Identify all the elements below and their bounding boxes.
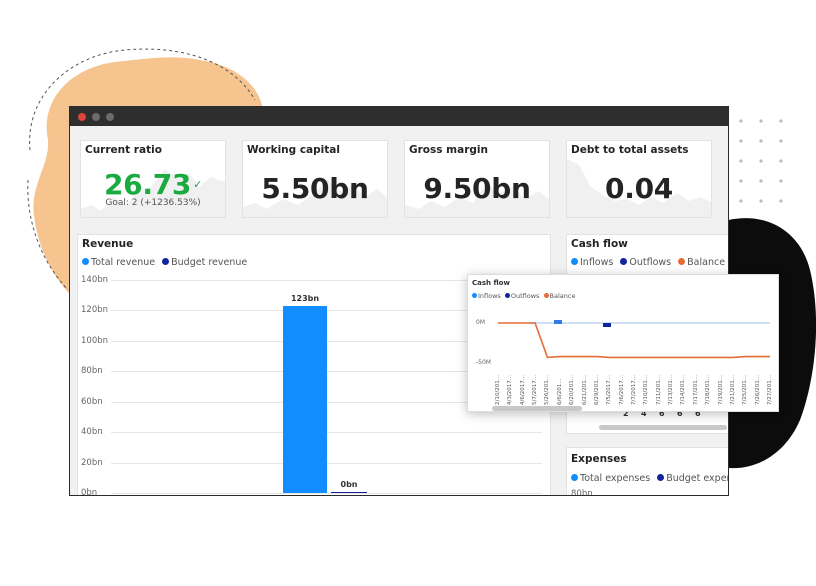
kpi-title: Current ratio (85, 144, 162, 156)
y-tick-label: 20bn (81, 457, 103, 468)
popup-date-label: 6/6/201... (556, 378, 563, 405)
kpi-value: 9.50bn (423, 172, 531, 205)
cashflow-scrollbar[interactable] (599, 425, 727, 430)
popup-date-label: 7/27/201... (767, 375, 773, 405)
y-tick-label: 100bn (81, 335, 109, 346)
close-window-button[interactable] (78, 113, 86, 121)
cashflow-popup[interactable]: Cash flow Inflows Outflows Balance 0M -50… (467, 274, 779, 412)
popup-date-label: 7/26/201... (754, 375, 761, 405)
y-tick-label: 120bn (81, 305, 109, 316)
expenses-title: Expenses (571, 453, 627, 465)
legend-item-budget-expenses[interactable]: Budget expenses (657, 473, 728, 484)
popup-date-label: 7/21/201... (729, 375, 736, 405)
kpi-card-debt-to-total-assets[interactable]: Debt to total assets 0.04 (566, 140, 712, 218)
popup-date-label: 7/10/201... (643, 375, 650, 405)
kpi-title: Working capital (247, 144, 340, 156)
popup-date-label: 7/5/2017... (606, 375, 613, 405)
cashflow-title: Cash flow (571, 238, 628, 250)
inflow-bar (554, 320, 562, 324)
expenses-y-tick: 80bn (571, 489, 593, 496)
bar-data-label: 0bn (340, 480, 358, 489)
popup-date-label: 5/26/201... (544, 375, 551, 405)
kpi-title: Gross margin (409, 144, 488, 156)
y-tick-label: 60bn (81, 396, 103, 407)
legend-item-total-revenue[interactable]: Total revenue (82, 257, 155, 268)
y-tick-label: 140bn (81, 275, 109, 285)
balance-line (498, 322, 770, 359)
popup-date-label: 7/6/2017... (618, 375, 625, 405)
popup-date-label: 7/25/201... (742, 375, 749, 405)
outflow-bar (603, 323, 611, 327)
bar-data-label: 123bn (290, 293, 320, 303)
cashflow-line-svg (498, 320, 770, 359)
revenue-legend: Total revenue Budget revenue (82, 257, 251, 268)
cashflow-legend: Inflows Outflows Balance (571, 257, 728, 268)
popup-scrollbar[interactable] (492, 406, 582, 411)
dot-grid-decoration (739, 119, 783, 203)
popup-date-label: 4/3/2017... (507, 375, 514, 405)
popup-date-label: 7/7/2017... (631, 375, 637, 405)
popup-date-label: 6/29/201... (593, 375, 600, 405)
window-titlebar (70, 107, 728, 126)
kpi-value: 0.04 (605, 172, 673, 205)
legend-item-budget-revenue[interactable]: Budget revenue (162, 257, 247, 268)
legend-item-outflows[interactable]: Outflows (620, 257, 671, 268)
popup-date-label: 5/7/2017... (532, 375, 539, 405)
kpi-value: 26.73 (104, 168, 192, 201)
popup-date-label: 7/13/201... (668, 375, 675, 405)
kpi-goal: Goal: 2 (+1236.53%) (105, 198, 201, 208)
expenses-legend: Total expenses Budget expenses (571, 473, 728, 484)
kpi-card-current-ratio[interactable]: Current ratio 26.73 ✓ Goal: 2 (+1236.53%) (80, 140, 226, 218)
inflow-bars-baseline (530, 322, 770, 324)
maximize-window-button[interactable] (106, 113, 114, 121)
revenue-title: Revenue (82, 238, 134, 250)
popup-date-label: 7/11/201... (655, 375, 662, 405)
popup-date-label: 7/17/201... (692, 375, 699, 405)
expenses-card[interactable]: Expenses Total expenses Budget expenses … (566, 447, 728, 496)
popup-date-label: 7/18/201... (705, 375, 712, 405)
popup-date-label: 6/21/201... (581, 375, 588, 405)
legend-item-total-expenses[interactable]: Total expenses (571, 473, 650, 484)
popup-date-label: 2/10/201... (495, 375, 501, 405)
popup-date-label: 4/6/2017... (519, 375, 526, 405)
popup-y-label: -50M (476, 359, 491, 366)
kpi-value: 5.50bn (261, 172, 369, 205)
gridline (111, 493, 542, 494)
legend-item-balance[interactable]: Balance (678, 257, 725, 268)
popup-y-label: 0M (476, 319, 485, 326)
minimize-window-button[interactable] (92, 113, 100, 121)
y-tick-label: 40bn (81, 427, 103, 438)
bar-budget-revenue[interactable] (331, 492, 367, 493)
popup-date-label: 7/19/201... (717, 375, 724, 405)
popup-date-label: 7/14/201... (680, 375, 687, 405)
kpi-card-working-capital[interactable]: Working capital 5.50bn (242, 140, 388, 218)
popup-date-label: 6/20/201... (569, 375, 576, 405)
kpi-title: Debt to total assets (571, 144, 689, 156)
legend-item-inflows[interactable]: Inflows (571, 257, 613, 268)
y-tick-label: 0bn (81, 488, 98, 496)
y-tick-label: 80bn (81, 366, 103, 377)
bar-total-revenue[interactable] (283, 305, 327, 493)
kpi-card-gross-margin[interactable]: Gross margin 9.50bn (404, 140, 550, 218)
check-icon: ✓ (193, 178, 202, 191)
